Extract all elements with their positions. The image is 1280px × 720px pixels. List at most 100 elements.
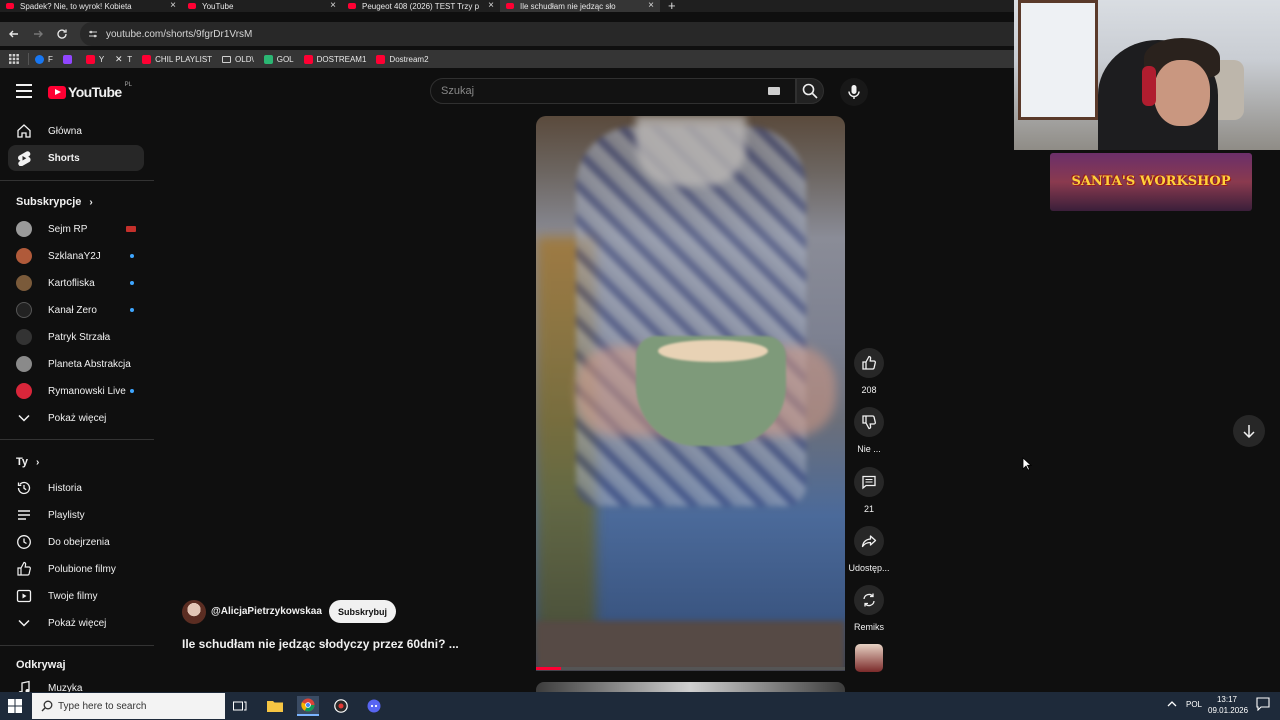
tab-peugeot[interactable]: Peugeot 408 (2026) TEST Trzy p × — [342, 0, 500, 12]
back-button[interactable] — [4, 24, 24, 44]
sidebar-sub-sejm[interactable]: Sejm RP — [8, 216, 144, 242]
bookmark-dostream1[interactable]: DOSTREAM1 — [303, 54, 367, 64]
clock[interactable]: 13:17 09.01.2026 — [1208, 694, 1248, 716]
browser-tab-strip: Spadek? Nie, to wyrok! Kobieta × YouTube… — [0, 0, 1014, 12]
bookmark-x[interactable]: ✕ T — [114, 54, 132, 64]
taskbar-search-placeholder: Type here to search — [58, 700, 147, 712]
channel-avatar[interactable] — [182, 600, 206, 624]
bookmark-twitch[interactable] — [62, 54, 76, 64]
bookmark-dostream2[interactable]: Dostream2 — [376, 54, 429, 64]
sidebar-item-your-videos[interactable]: Twoje filmy — [8, 583, 144, 609]
sound-thumbnail[interactable] — [855, 644, 883, 672]
webcam-headset-shape — [1142, 66, 1156, 106]
youtube-favicon-icon — [188, 3, 196, 9]
show-more-you[interactable]: Pokaż więcej — [8, 610, 144, 636]
sidebar-item-history[interactable]: Historia — [8, 475, 144, 501]
taskbar-search-input[interactable]: Type here to search — [32, 693, 225, 719]
show-more-subscriptions[interactable]: Pokaż więcej — [8, 405, 144, 431]
discord-taskbar-button[interactable] — [363, 696, 385, 716]
search-icon — [802, 83, 818, 99]
chrome-taskbar-button[interactable] — [297, 696, 319, 716]
avatar — [16, 329, 32, 345]
tab-close-icon[interactable]: × — [170, 0, 176, 12]
youtube-logo[interactable]: YouTube PL — [48, 82, 132, 100]
sidebar-sub-patryk[interactable]: Patryk Strzała — [8, 324, 144, 350]
share-button[interactable] — [854, 526, 884, 556]
file-explorer-button[interactable] — [264, 696, 286, 716]
remix-button[interactable] — [854, 585, 884, 615]
tab-active-short[interactable]: Ile schudłam nie jedząc sło × — [500, 0, 660, 12]
forward-button[interactable] — [28, 24, 48, 44]
youtube-header: YouTube PL Szukaj — [0, 74, 1014, 110]
windows-start-icon[interactable] — [8, 699, 22, 713]
comment-icon — [862, 475, 876, 490]
sidebar-sub-szklana[interactable]: SzklanaY2J — [8, 243, 144, 269]
shorts-video-player[interactable] — [536, 116, 845, 671]
bookmark-youtube[interactable]: Y — [85, 54, 104, 64]
sidebar-item-playlists[interactable]: Playlisty — [8, 502, 144, 528]
sidebar-divider — [0, 180, 154, 181]
sidebar-sub-planeta[interactable]: Planeta Abstrakcja — [8, 351, 144, 377]
sidebar-item-label: Patryk Strzała — [48, 331, 111, 343]
channel-name[interactable]: @AlicjaPietrzykowskaa — [211, 606, 322, 617]
keyboard-icon[interactable] — [768, 87, 780, 95]
task-view-button[interactable] — [229, 696, 251, 716]
sidebar-sub-rymanowski[interactable]: Rymanowski Live — [8, 378, 144, 404]
video-collar-shape — [636, 116, 746, 186]
chevron-right-icon: › — [36, 456, 40, 468]
webcam-face-shape — [1154, 60, 1210, 126]
tab-youtube[interactable]: YouTube × — [182, 0, 342, 12]
notification-icon[interactable] — [1256, 697, 1270, 711]
sidebar-item-shorts[interactable]: Shorts — [8, 145, 144, 171]
short-title[interactable]: Ile schudłam nie jedząc słodyczy przez 6… — [182, 637, 459, 651]
comments-button[interactable] — [854, 467, 884, 497]
bookmark-facebook[interactable]: F — [35, 54, 53, 64]
tab-title: Ile schudłam nie jedząc sło — [520, 1, 616, 11]
sidebar-sub-kanal-zero[interactable]: Kanał Zero — [8, 297, 144, 323]
menu-icon[interactable] — [16, 84, 32, 98]
app-taskbar-button[interactable] — [330, 696, 352, 716]
tab-spadek[interactable]: Spadek? Nie, to wyrok! Kobieta × — [0, 0, 182, 12]
bookmark-gol[interactable]: GOL — [263, 54, 294, 64]
language-indicator[interactable]: POL — [1186, 700, 1202, 709]
sidebar-item-home[interactable]: Główna — [8, 118, 144, 144]
voice-search-button[interactable] — [840, 78, 868, 106]
bookmark-chil-playlist[interactable]: CHIL PLAYLIST — [142, 54, 212, 64]
apps-grid-icon[interactable] — [9, 54, 19, 64]
folder-icon — [222, 55, 232, 63]
gol-icon — [263, 54, 273, 64]
bookmark-folder-old[interactable]: OLD\ — [222, 55, 254, 64]
like-button[interactable] — [854, 348, 884, 378]
you-heading[interactable]: Ty › — [16, 456, 39, 468]
clock-icon — [16, 534, 32, 550]
search-input[interactable]: Szukaj — [430, 78, 796, 104]
sidebar-sub-kartofliska[interactable]: Kartofliska — [8, 270, 144, 296]
youtube-favicon-icon — [348, 3, 356, 9]
dislike-button[interactable] — [854, 407, 884, 437]
new-tab-button[interactable]: + — [660, 0, 676, 12]
bookmark-label: DOSTREAM1 — [316, 54, 367, 64]
youtube-icon — [376, 54, 386, 64]
sidebar-item-music[interactable]: Muzyka — [8, 675, 144, 692]
music-icon — [16, 680, 32, 692]
arrow-down-icon — [1243, 425, 1255, 438]
tab-close-icon[interactable]: × — [488, 0, 494, 12]
next-short-preview[interactable] — [536, 682, 845, 692]
reload-button[interactable] — [52, 24, 72, 44]
tab-close-icon[interactable]: × — [330, 0, 336, 12]
chevron-up-icon[interactable] — [1166, 698, 1178, 710]
sidebar-item-liked[interactable]: Polubione filmy — [8, 556, 144, 582]
sidebar-item-watch-later[interactable]: Do obejrzenia — [8, 529, 144, 555]
subscribe-button[interactable]: Subskrybuj — [329, 600, 396, 623]
youtube-icon — [142, 54, 152, 64]
subscriptions-heading[interactable]: Subskrypcje › — [16, 196, 93, 208]
address-bar[interactable]: youtube.com/shorts/9fgrDr1VrsM — [80, 22, 1014, 46]
explore-heading: Odkrywaj — [16, 659, 66, 671]
search-button[interactable] — [796, 78, 824, 104]
tab-close-icon[interactable]: × — [648, 0, 654, 12]
bookmark-label: GOL — [276, 54, 294, 64]
next-short-button[interactable] — [1233, 415, 1265, 447]
site-info-icon[interactable] — [88, 29, 98, 39]
dislike-action: Nie ... — [848, 407, 890, 454]
video-progress-bar[interactable] — [536, 667, 845, 670]
